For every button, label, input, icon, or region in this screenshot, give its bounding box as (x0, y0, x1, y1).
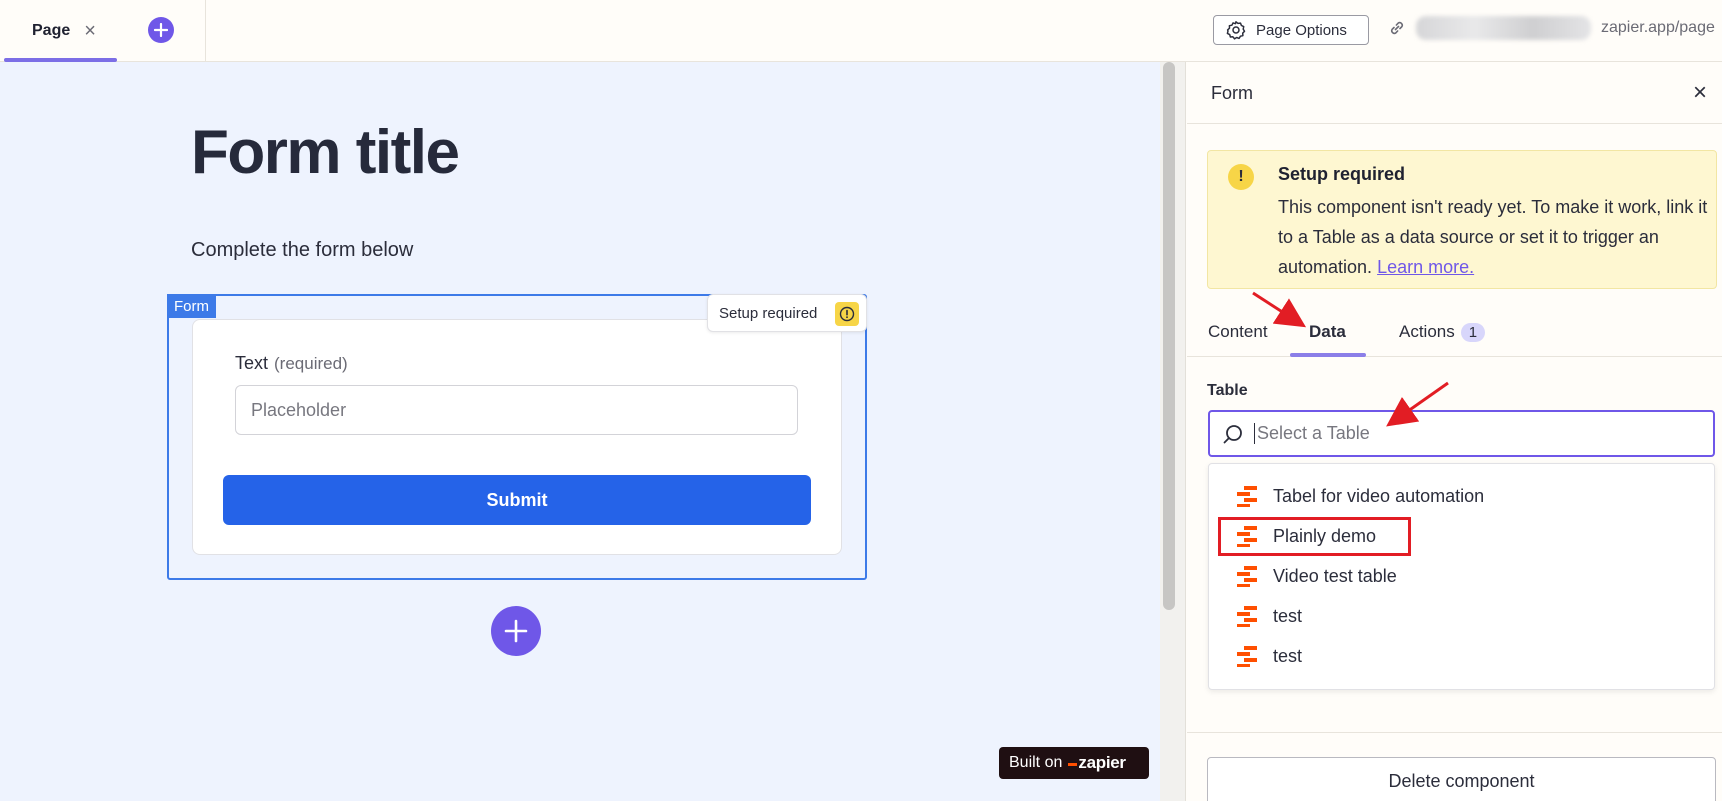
setup-required-alert: ! Setup required This component isn't re… (1207, 150, 1717, 289)
table-icon (1237, 486, 1257, 507)
table-select[interactable] (1208, 410, 1715, 457)
add-page-button[interactable] (148, 17, 174, 43)
alert-body-text: This component isn't ready yet. To make … (1278, 197, 1708, 277)
table-dropdown: Tabel for video automation Plainly demo … (1208, 463, 1715, 690)
table-option[interactable]: test (1209, 596, 1714, 636)
page-options-label: Page Options (1256, 21, 1347, 39)
submit-button[interactable]: Submit (223, 475, 811, 525)
plus-icon (504, 619, 528, 643)
form-component-tag: Form (167, 294, 216, 318)
learn-more-link[interactable]: Learn more. (1377, 257, 1474, 277)
tab-actions[interactable]: Actions 1 (1399, 322, 1486, 357)
table-icon (1237, 566, 1257, 587)
tab-content-label: Content (1208, 322, 1268, 341)
panel-tabs: Content Data Actions 1 (1187, 302, 1722, 357)
panel-divider (1187, 732, 1722, 733)
table-option[interactable]: test (1209, 636, 1714, 676)
table-option-label: test (1273, 645, 1303, 666)
annotation-highlight-box (1218, 517, 1411, 556)
table-option-label: Tabel for video automation (1273, 485, 1485, 506)
table-option-label: test (1273, 605, 1303, 626)
exclamation-icon: ! (1228, 164, 1254, 190)
top-bar: Page × Page Options zapier.app/page (0, 0, 1722, 62)
page-url[interactable]: zapier.app/page (1388, 16, 1715, 40)
tab-actions-label: Actions (1399, 322, 1455, 341)
tab-data-label: Data (1309, 322, 1346, 341)
text-field-label: Text (required) (235, 353, 348, 374)
form-title: Form title (191, 118, 460, 187)
tab-data[interactable]: Data (1290, 322, 1366, 357)
zapier-logo: zapier (1068, 753, 1126, 773)
link-icon (1390, 21, 1404, 35)
close-icon[interactable]: × (1693, 79, 1707, 107)
table-icon (1237, 606, 1257, 627)
built-on-label: Built on (1009, 754, 1063, 771)
plus-icon (154, 23, 168, 37)
url-blurred-prefix (1416, 16, 1591, 40)
actions-count-badge: 1 (1460, 323, 1486, 342)
table-option[interactable]: Video test table (1209, 556, 1714, 596)
form-subtitle: Complete the form below (191, 239, 414, 261)
text-field-label-text: Text (235, 353, 269, 373)
tab-divider (205, 0, 206, 62)
url-suffix: zapier.app/page (1601, 19, 1715, 36)
delete-component-button[interactable]: Delete component (1207, 757, 1716, 801)
setup-required-chip-label: Setup required (719, 304, 818, 322)
warning-icon (835, 302, 859, 326)
alert-body: This component isn't ready yet. To make … (1278, 192, 1708, 282)
search-icon (1223, 424, 1242, 443)
alert-title: Setup required (1278, 164, 1406, 184)
panel-title: Form (1211, 83, 1253, 103)
text-field-input[interactable] (235, 385, 798, 435)
table-icon (1237, 646, 1257, 667)
gear-icon (1226, 21, 1246, 40)
canvas-scrollbar-thumb[interactable] (1163, 62, 1175, 610)
tab-close-icon[interactable]: × (84, 20, 96, 43)
page-options-button[interactable]: Page Options (1213, 15, 1369, 45)
table-option-label: Video test table (1273, 565, 1397, 586)
panel-header: Form × (1187, 62, 1722, 124)
form-settings-panel: Form × ! Setup required This component i… (1187, 62, 1722, 801)
tab-page[interactable]: Page × (4, 0, 117, 62)
setup-required-chip[interactable]: Setup required (707, 294, 867, 332)
table-search-input[interactable] (1254, 423, 1694, 444)
built-on-zapier-badge[interactable]: Built on zapier (999, 747, 1149, 779)
tab-page-label: Page (32, 22, 71, 39)
table-option[interactable]: Tabel for video automation (1209, 476, 1714, 516)
add-component-button[interactable] (491, 606, 541, 656)
table-field-label: Table (1207, 382, 1248, 399)
tab-content[interactable]: Content (1208, 322, 1268, 357)
text-field-required: (required) (274, 354, 348, 373)
